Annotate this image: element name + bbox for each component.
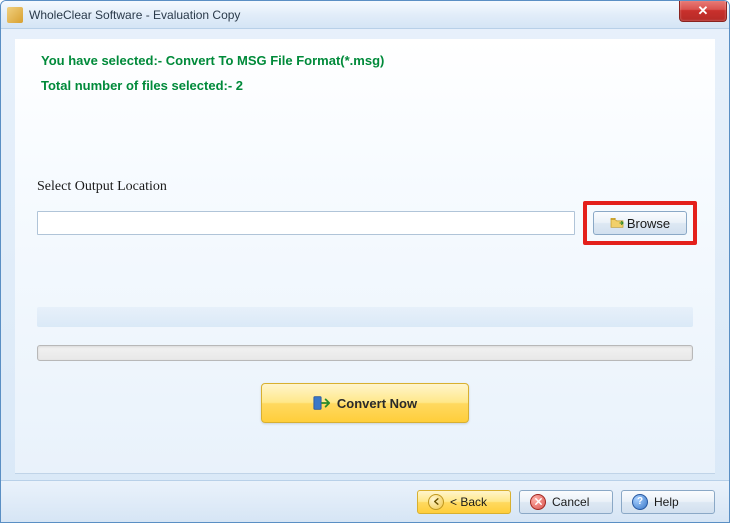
cancel-label: Cancel	[552, 495, 589, 509]
convert-label: Convert Now	[337, 396, 417, 411]
window-title: WholeClear Software - Evaluation Copy	[29, 8, 240, 22]
browse-highlight: Browse	[583, 201, 697, 245]
output-row: Browse	[15, 201, 715, 245]
titlebar: WholeClear Software - Evaluation Copy ✕	[1, 1, 729, 29]
browse-button[interactable]: Browse	[593, 211, 687, 235]
folder-icon	[610, 217, 624, 229]
back-icon	[428, 494, 444, 510]
selected-format-text: You have selected:- Convert To MSG File …	[41, 39, 715, 68]
help-button[interactable]: ? Help	[621, 490, 715, 514]
back-label: < Back	[450, 495, 487, 509]
app-window: WholeClear Software - Evaluation Copy ✕ …	[0, 0, 730, 523]
content-panel: You have selected:- Convert To MSG File …	[15, 39, 715, 474]
cancel-icon	[530, 494, 546, 510]
convert-icon	[313, 394, 331, 412]
close-button[interactable]: ✕	[679, 0, 727, 22]
file-count-text: Total number of files selected:- 2	[41, 78, 715, 93]
footer: < Back Cancel ? Help	[1, 480, 729, 522]
app-icon	[7, 7, 23, 23]
output-path-input[interactable]	[37, 211, 575, 235]
browse-label: Browse	[627, 216, 670, 231]
output-location-label: Select Output Location	[37, 179, 715, 195]
cancel-button[interactable]: Cancel	[519, 490, 613, 514]
status-strip	[37, 307, 693, 327]
convert-now-button[interactable]: Convert Now	[261, 383, 469, 423]
close-icon: ✕	[698, 3, 709, 19]
progress-bar	[37, 345, 693, 361]
back-button[interactable]: < Back	[417, 490, 511, 514]
help-label: Help	[654, 495, 679, 509]
convert-row: Convert Now	[15, 383, 715, 423]
help-icon: ?	[632, 494, 648, 510]
